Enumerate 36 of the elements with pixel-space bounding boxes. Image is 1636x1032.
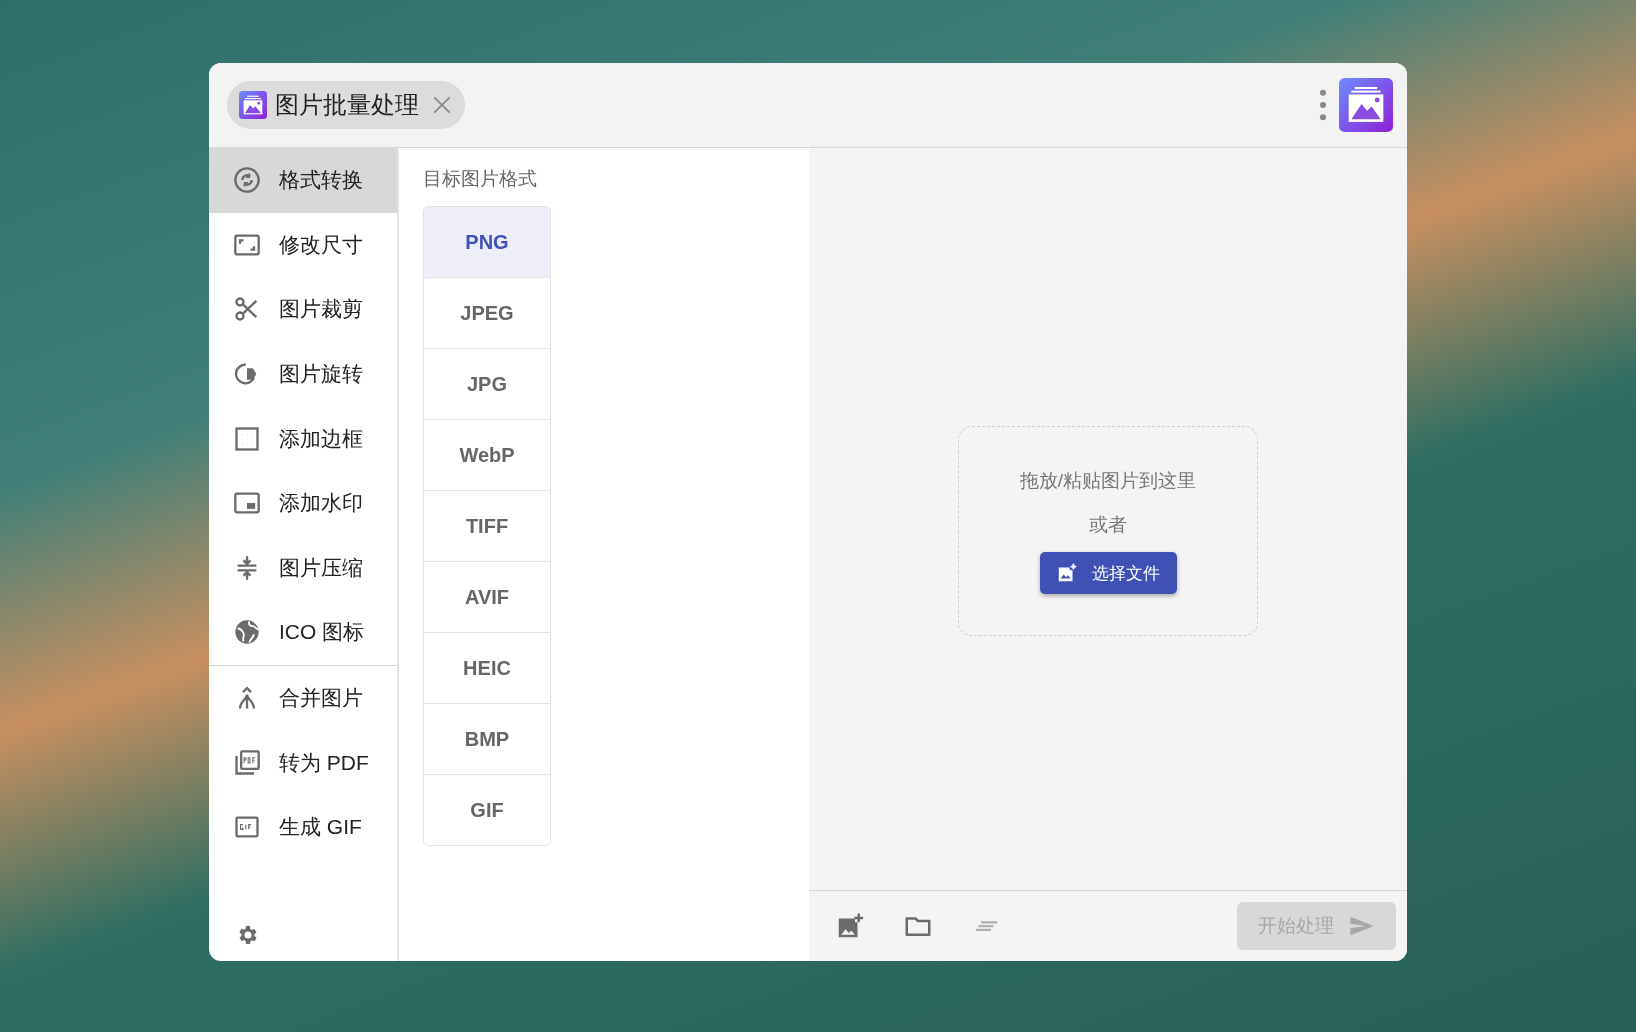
format-option[interactable]: GIF: [424, 774, 550, 845]
or-text: 或者: [1089, 513, 1127, 537]
add-image-icon: [1056, 562, 1078, 584]
more-options-icon[interactable]: [1319, 88, 1327, 122]
sidebar-item[interactable]: 生成 GIF: [209, 794, 397, 860]
format-option[interactable]: JPG: [424, 348, 550, 419]
section-title: 目标图片格式: [423, 167, 538, 191]
sidebar-item[interactable]: 图片旋转: [209, 341, 397, 407]
sidebar-item[interactable]: 图片裁剪: [209, 277, 397, 342]
sync-icon: [233, 166, 261, 195]
border-icon: [233, 424, 261, 453]
choose-file-button[interactable]: 选择文件: [1039, 552, 1177, 594]
format-option[interactable]: BMP: [424, 703, 550, 774]
format-option[interactable]: WebP: [424, 419, 550, 490]
app-logo-icon[interactable]: [1339, 78, 1393, 132]
sidebar-item[interactable]: ICO 图标: [209, 600, 397, 665]
sidebar-item[interactable]: 添加边框: [209, 406, 397, 471]
tab-title: 图片批量处理: [275, 90, 419, 120]
close-icon[interactable]: [431, 94, 453, 116]
sidebar-item[interactable]: 转为 PDF: [209, 730, 397, 795]
drop-zone[interactable]: 拖放/粘贴图片到这里 或者 选择文件: [958, 426, 1258, 636]
format-option[interactable]: JPEG: [424, 277, 550, 348]
format-option[interactable]: AVIF: [424, 561, 550, 632]
format-option[interactable]: TIFF: [424, 490, 550, 561]
sidebar-item[interactable]: 图片压缩: [209, 535, 397, 601]
format-option[interactable]: PNG: [424, 207, 550, 277]
sidebar-item[interactable]: 添加水印: [209, 470, 397, 536]
app-tab[interactable]: 图片批量处理: [227, 81, 465, 129]
sidebar-item[interactable]: 格式转换: [209, 148, 397, 213]
sidebar-item[interactable]: 修改尺寸: [209, 212, 397, 278]
pdf-icon: [233, 748, 261, 777]
sidebar-item[interactable]: 合并图片: [209, 665, 397, 731]
drop-hint: 拖放/粘贴图片到这里: [1019, 469, 1197, 493]
globe-icon: [233, 618, 261, 647]
picture-icon: [239, 91, 267, 119]
format-option[interactable]: HEIC: [424, 632, 550, 703]
